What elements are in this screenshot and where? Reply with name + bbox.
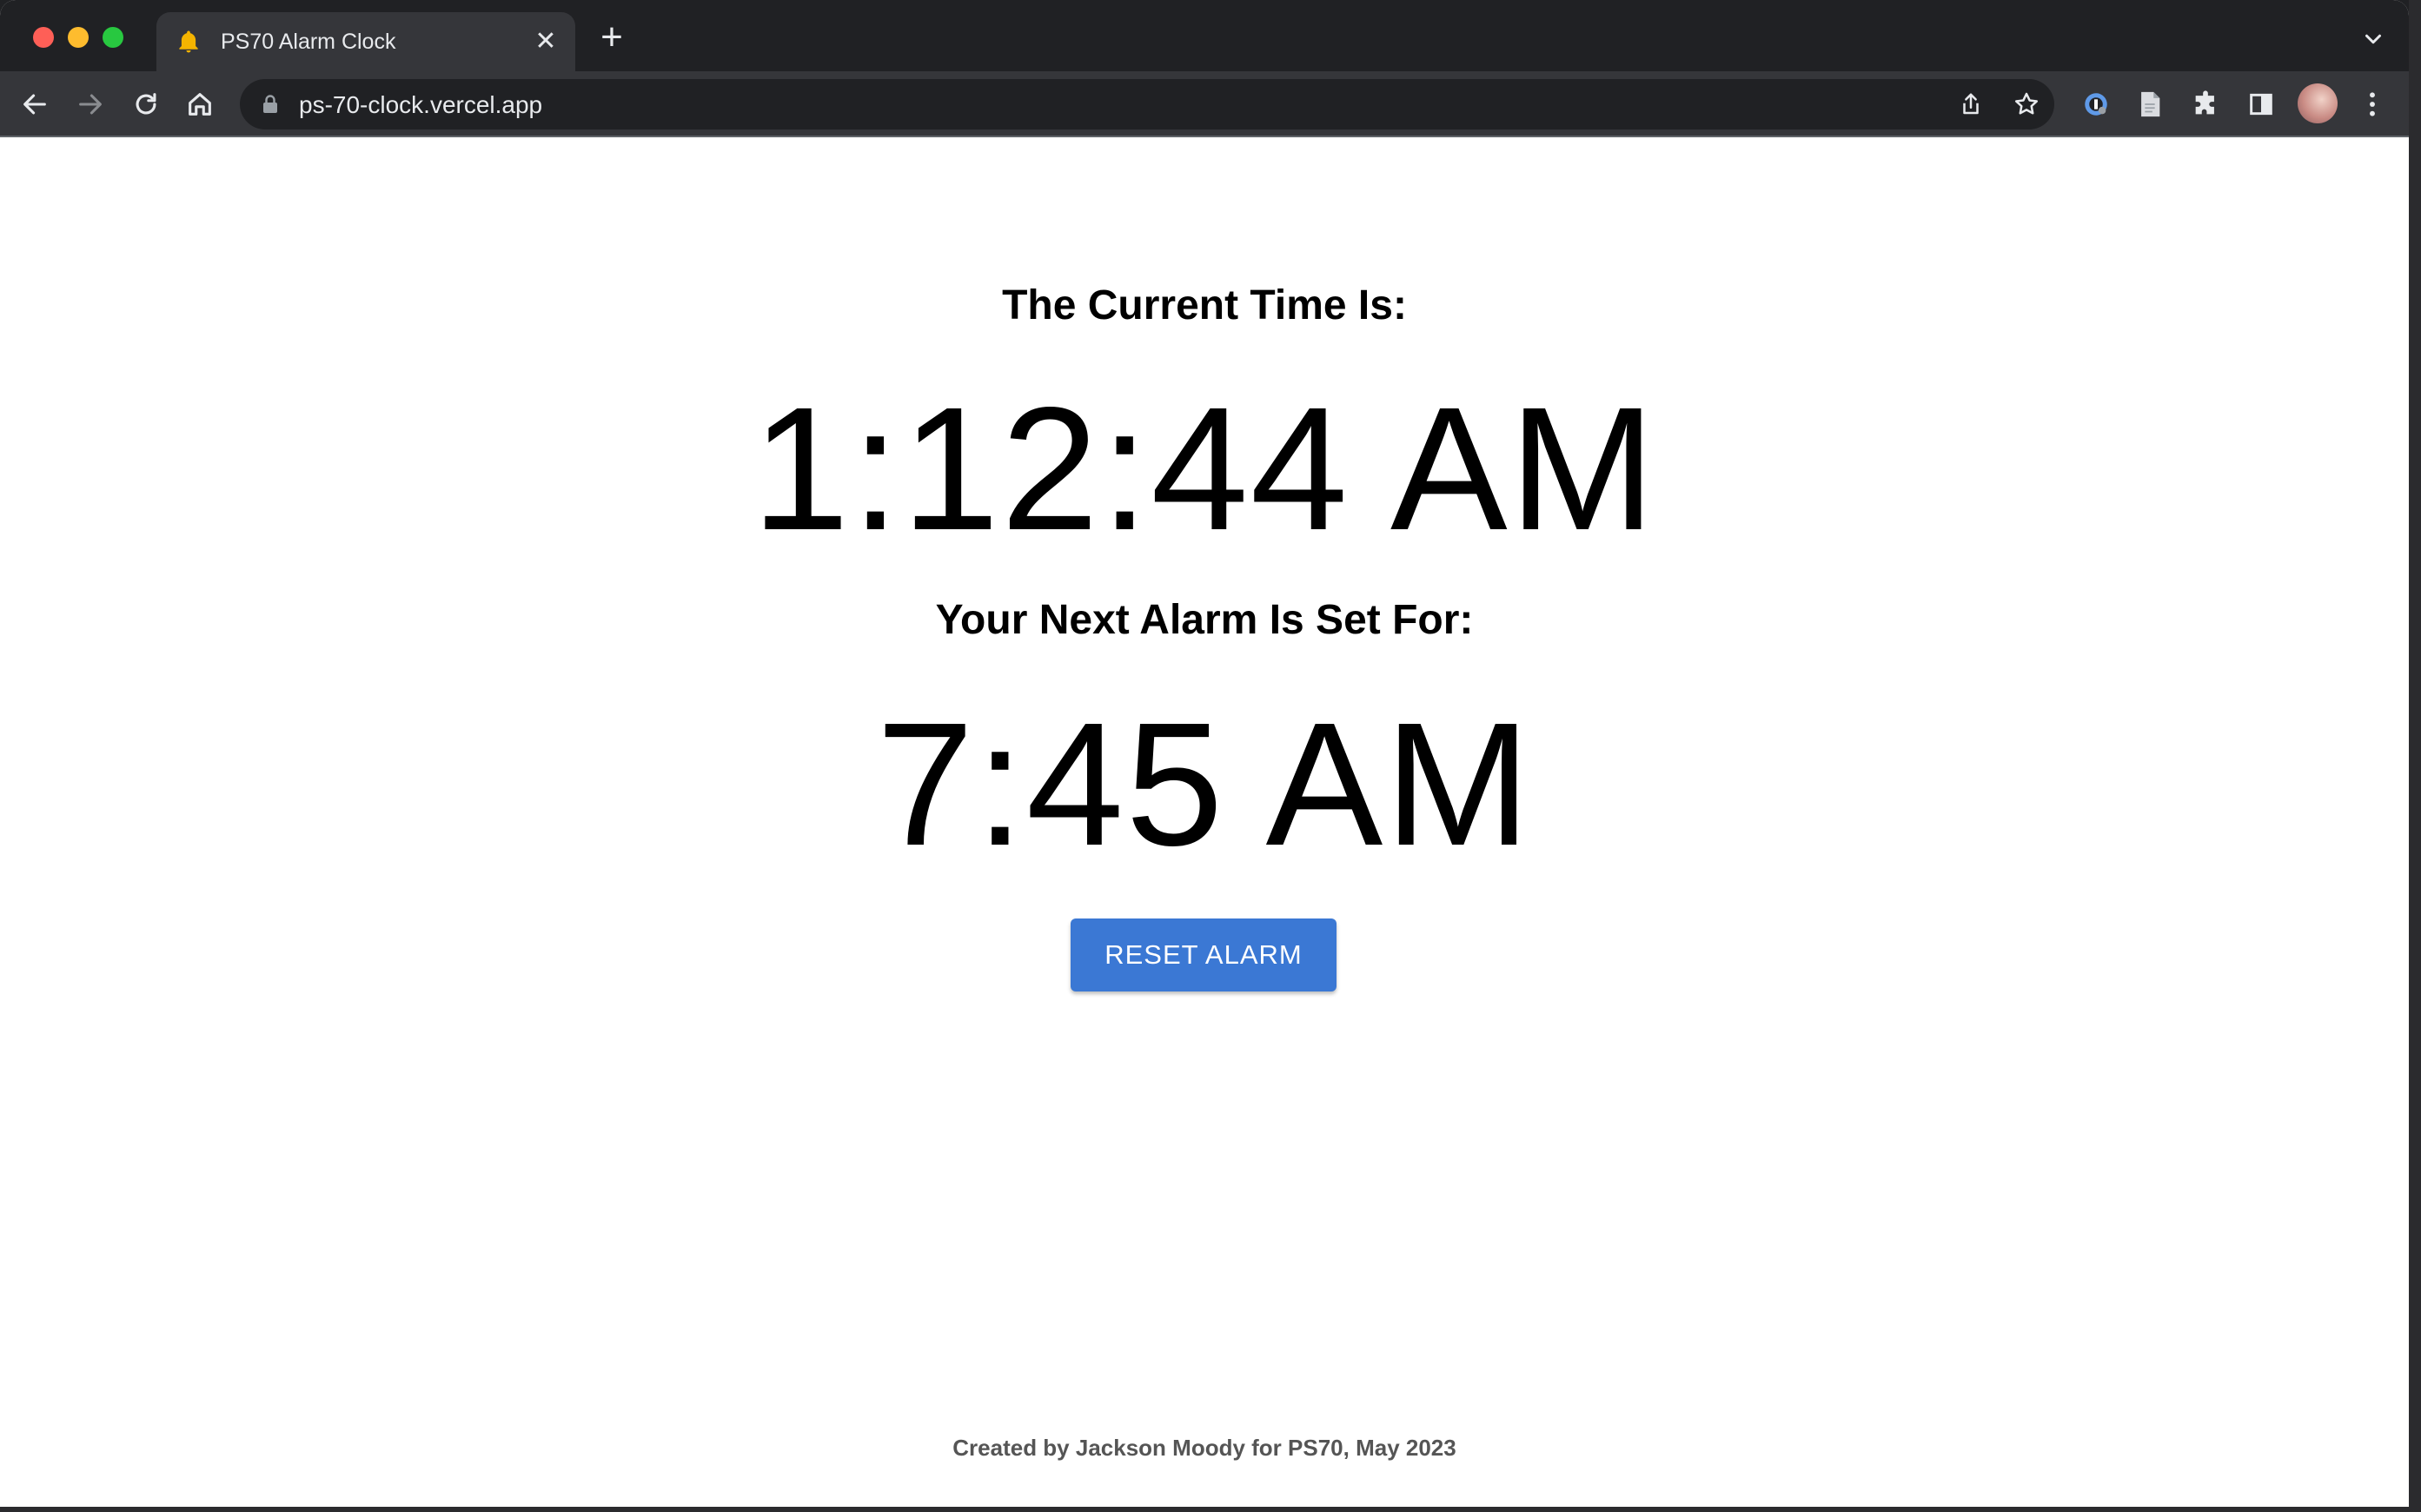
home-button[interactable]	[181, 85, 219, 123]
document-extension[interactable]	[2131, 85, 2169, 123]
window-bottom-edge	[0, 1507, 2421, 1512]
kebab-menu-icon	[2370, 92, 2375, 116]
share-button[interactable]	[1955, 89, 1987, 120]
page-content: The Current Time Is: 1:12:44 AM Your Nex…	[0, 137, 2409, 1507]
share-icon	[1963, 93, 1979, 115]
bell-icon	[179, 30, 198, 53]
tab-ps70-alarm-clock[interactable]: PS70 Alarm Clock ✕	[156, 12, 575, 71]
next-alarm-display: 7:45 AM	[876, 686, 1533, 882]
tab-title: PS70 Alarm Clock	[221, 30, 396, 54]
extensions-button[interactable]	[2186, 85, 2225, 123]
browser-window: PS70 Alarm Clock ✕ + ps-70-clock.vercel.…	[0, 0, 2409, 1507]
close-window-button[interactable]	[33, 27, 54, 48]
footer-credit: Created by Jackson Moody for PS70, May 2…	[952, 1435, 1456, 1461]
side-panel-button[interactable]	[2242, 85, 2280, 123]
browser-menu-button[interactable]	[2353, 85, 2391, 123]
bookmark-button[interactable]	[2011, 89, 2042, 120]
lock-icon[interactable]	[261, 94, 280, 115]
password-manager-extension[interactable]	[2077, 85, 2115, 123]
next-alarm-label: Your Next Alarm Is Set For:	[935, 597, 1474, 643]
star-icon	[2015, 92, 2038, 115]
reload-button[interactable]	[127, 85, 165, 123]
maximize-window-button[interactable]	[103, 27, 123, 48]
close-tab-icon[interactable]: ✕	[532, 28, 560, 56]
forward-button[interactable]	[71, 85, 109, 123]
profile-avatar[interactable]	[2298, 83, 2338, 123]
chevron-down-icon[interactable]	[2360, 26, 2386, 52]
window-right-edge	[2409, 0, 2421, 1512]
new-tab-button[interactable]: +	[596, 18, 627, 56]
current-time-label: The Current Time Is:	[1002, 282, 1407, 328]
tab-strip: PS70 Alarm Clock ✕ +	[0, 0, 2409, 71]
reset-alarm-button[interactable]: RESET ALARM	[1071, 918, 1337, 991]
current-time-display: 1:12:44 AM	[752, 370, 1657, 567]
puzzle-icon	[2195, 90, 2214, 115]
side-panel-icon	[2250, 93, 2272, 116]
home-icon	[189, 93, 211, 116]
back-arrow-icon	[23, 94, 46, 115]
browser-toolbar: ps-70-clock.vercel.app	[0, 71, 2409, 137]
back-button[interactable]	[16, 85, 54, 123]
document-icon	[2141, 91, 2160, 117]
password-manager-icon	[2085, 93, 2107, 116]
address-bar[interactable]: ps-70-clock.vercel.app	[240, 79, 2054, 129]
minimize-window-button[interactable]	[68, 27, 89, 48]
url-text[interactable]: ps-70-clock.vercel.app	[299, 91, 542, 119]
forward-arrow-icon	[79, 94, 102, 115]
reload-icon	[136, 93, 156, 115]
